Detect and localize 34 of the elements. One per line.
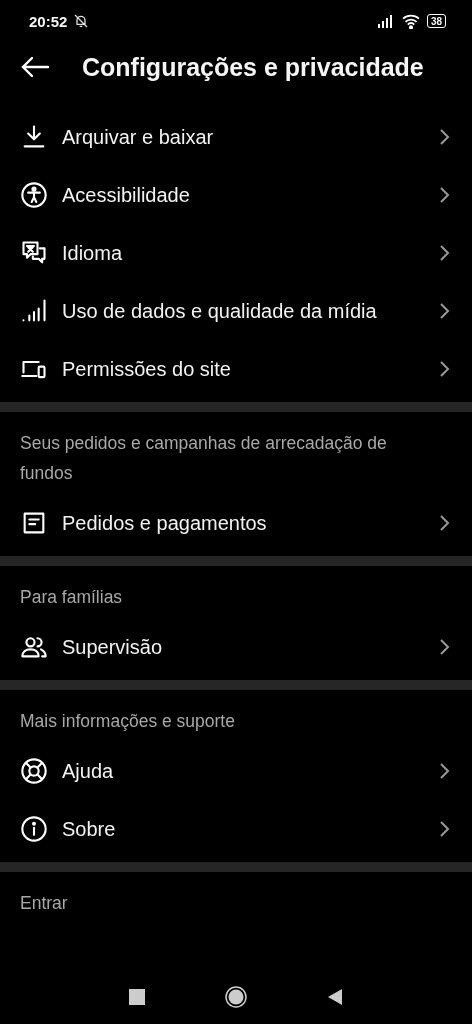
settings-item[interactable]: Sobre <box>0 800 472 858</box>
muted-bell-icon <box>73 13 90 29</box>
settings-item[interactable]: Idioma <box>0 224 472 282</box>
chevron-right-icon <box>438 244 450 262</box>
chevron-right-icon <box>438 360 450 378</box>
lifebuoy-icon <box>20 757 48 785</box>
info-icon <box>20 815 48 843</box>
settings-item[interactable]: Ajuda <box>0 742 472 800</box>
chevron-right-icon <box>438 762 450 780</box>
settings-item[interactable]: Uso de dados e qualidade da mídia <box>0 282 472 340</box>
chevron-right-icon <box>438 186 450 204</box>
chevron-right-icon <box>438 514 450 532</box>
settings-item[interactable]: Pedidos e pagamentos <box>0 494 472 552</box>
status-time: 20:52 <box>29 12 68 30</box>
page-title: Configurações e privacidade <box>82 52 424 82</box>
back-arrow-icon[interactable] <box>20 55 50 79</box>
settings-item[interactable]: Acessibilidade <box>0 166 472 224</box>
section-heading: Para famílias <box>19 586 124 609</box>
home-icon[interactable] <box>225 986 247 1008</box>
accessibility-icon <box>20 181 48 209</box>
chevron-right-icon <box>438 638 450 656</box>
section-heading: Seus pedidos e campanhas de arrecadação de fundos <box>19 432 388 485</box>
signal-icon <box>376 14 395 28</box>
back-icon[interactable] <box>327 988 343 1006</box>
battery-icon: 38 <box>426 14 446 28</box>
settings-item[interactable]: Arquivar e baixar <box>0 108 472 166</box>
settings-item[interactable]: Permissões do site <box>0 340 472 398</box>
section-heading: Mais informações e suporte <box>19 710 236 733</box>
wifi-icon <box>400 13 421 29</box>
section-heading: Entrar <box>19 892 69 915</box>
chevron-right-icon <box>438 128 450 146</box>
chevron-right-icon <box>438 302 450 320</box>
chevron-right-icon <box>438 820 450 838</box>
settings-item[interactable]: Supervisão <box>0 618 472 676</box>
